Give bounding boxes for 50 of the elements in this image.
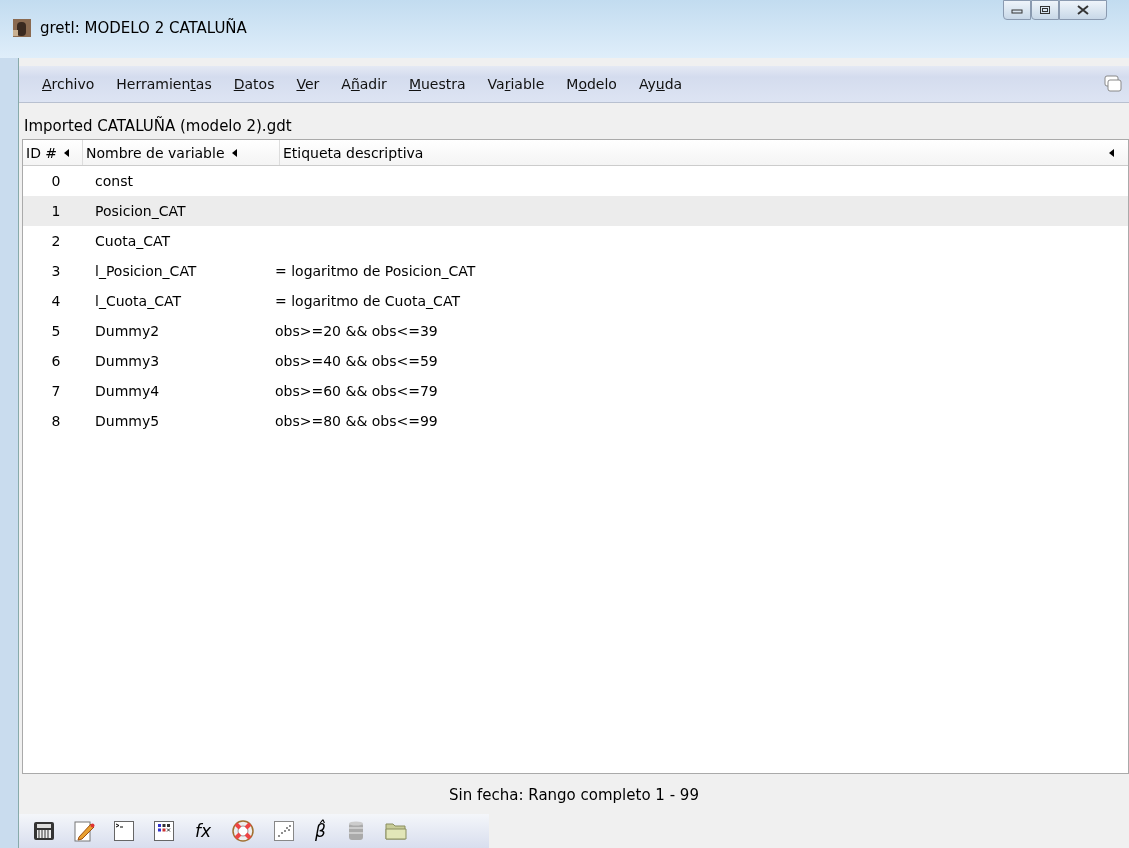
table-row[interactable]: 1 Posicion_CAT: [23, 196, 1128, 226]
table-cell: = logaritmo de Posicion_CAT: [275, 263, 476, 279]
toolbar-button[interactable]: β̂: [313, 818, 328, 844]
menu-item[interactable]: Modelo: [555, 76, 628, 92]
menu-item[interactable]: Archivo: [31, 76, 106, 92]
table-row[interactable]: 4 l_Cuota_CAT = logaritmo de Cuota_CAT: [23, 286, 1128, 316]
status-text: Sin fecha: Rango completo 1 - 99: [448, 785, 700, 806]
table-cell-text: 8: [50, 413, 62, 429]
window-title: gretl: MODELO 2 CATALUÑA: [40, 18, 247, 38]
table-cell-text: 2: [50, 233, 62, 249]
table-cell: obs>=40 && obs<=59: [275, 353, 438, 369]
menu-item[interactable]: Muestra: [397, 76, 477, 92]
table-row[interactable]: 6 Dummy3 obs>=40 && obs<=59: [23, 346, 1128, 376]
column-header[interactable]: ID #: [23, 140, 83, 165]
dataset-name: Imported CATALUÑA (modelo 2).gdt: [23, 115, 293, 137]
column-header[interactable]: Etiqueta descriptiva: [280, 140, 427, 165]
table-cell-text: Dummy4: [94, 383, 161, 399]
table-row[interactable]: 0 const: [23, 166, 1128, 196]
toolbar-button[interactable]: fx: [193, 818, 214, 844]
column-header[interactable]: Nombre de variable: [83, 140, 280, 165]
table-cell: obs>=60 && obs<=79: [275, 383, 438, 399]
table-cell-text: Cuota_CAT: [94, 233, 172, 249]
menu-item[interactable]: Herramientas: [105, 76, 223, 92]
table-row[interactable]: 8 Dummy5 obs>=80 && obs<=99: [23, 406, 1128, 436]
table-cell-text: l_Cuota_CAT: [94, 293, 182, 309]
menu-item[interactable]: Añadir: [330, 76, 398, 92]
table-cell-text: Dummy2: [94, 323, 161, 339]
table-cell-text: 1: [50, 203, 62, 219]
table-row[interactable]: 2 Cuota_CAT: [23, 226, 1128, 256]
table-cell-text: 5: [50, 323, 62, 339]
menu-item[interactable]: Ayuda: [627, 76, 694, 92]
table-row[interactable]: 3 l_Posicion_CAT = logaritmo de Posicion_CAT: [23, 256, 1128, 286]
menu-item[interactable]: Datos: [222, 76, 286, 92]
table-cell-text: 0: [50, 173, 62, 189]
menu-item[interactable]: Ver: [285, 76, 331, 92]
table-row[interactable]: 7 Dummy4 obs>=60 && obs<=79: [23, 376, 1128, 406]
table-cell: obs>=80 && obs<=99: [275, 413, 438, 429]
table-cell-text: const: [94, 173, 134, 189]
table-cell: obs>=20 && obs<=39: [275, 323, 438, 339]
menu-item[interactable]: Variable: [476, 76, 556, 92]
table-cell-text: Dummy5: [94, 413, 161, 429]
table-cell-text: 7: [50, 383, 62, 399]
table-cell-text: Posicion_CAT: [94, 203, 187, 219]
table-cell-text: Dummy3: [94, 353, 161, 369]
table-cell-text: l_Posicion_CAT: [94, 263, 198, 279]
table-cell-text: 4: [50, 293, 62, 309]
table-cell-text: 3: [50, 263, 62, 279]
table-cell-text: 6: [50, 353, 62, 369]
table-cell: = logaritmo de Cuota_CAT: [275, 293, 460, 309]
table-row[interactable]: 5 Dummy2 obs>=20 && obs<=39: [23, 316, 1128, 346]
